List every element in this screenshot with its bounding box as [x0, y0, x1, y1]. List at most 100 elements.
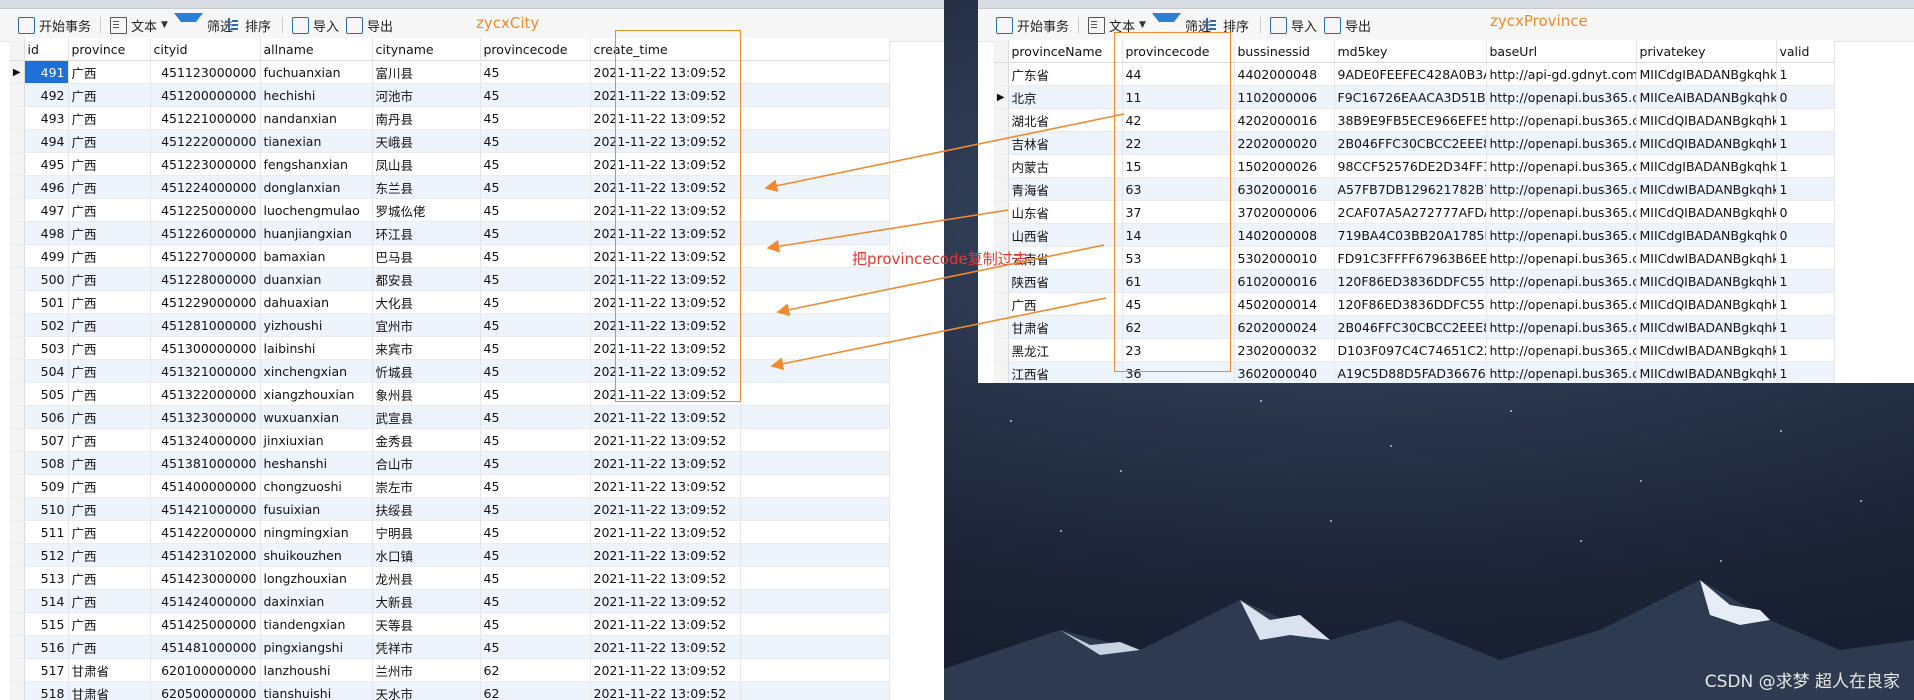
table-cell[interactable]: 45	[480, 313, 591, 337]
table-cell[interactable]: ningmingxian	[260, 520, 373, 544]
table-cell[interactable]: 天水市	[372, 681, 481, 700]
table-cell[interactable]: 451300000000	[150, 336, 261, 360]
table-cell[interactable]: 2021-11-22 13:09:52	[590, 543, 741, 567]
table-cell[interactable]: 广西	[68, 428, 151, 452]
table-cell[interactable]: 1	[1776, 269, 1835, 293]
table-cell[interactable]: MIICdQIBADANBgkqhk	[1636, 200, 1777, 224]
table-cell[interactable]: 62	[480, 658, 591, 682]
table-cell[interactable]: 4202000016	[1234, 108, 1335, 132]
table-cell[interactable]: 内蒙古	[1008, 154, 1123, 178]
table-cell[interactable]: 512	[24, 543, 69, 567]
table-cell[interactable]: 甘肃省	[68, 658, 151, 682]
table-row[interactable]: 492 广西 451200000000 hechishi 河池市 45 2021-11-22…	[10, 83, 890, 107]
table-cell[interactable]: jinxiuxian	[260, 428, 373, 452]
table-cell[interactable]: http://openapi.bus365.co	[1486, 200, 1637, 224]
row-marker[interactable]	[10, 612, 25, 636]
table-cell[interactable]: fengshanxian	[260, 152, 373, 176]
table-cell[interactable]: 凤山县	[372, 152, 481, 176]
row-marker[interactable]	[10, 658, 25, 682]
table-cell[interactable]: nandanxian	[260, 106, 373, 130]
table-cell[interactable]: 45	[480, 175, 591, 199]
table-cell[interactable]: 451200000000	[150, 83, 261, 107]
table-cell[interactable]: 451425000000	[150, 612, 261, 636]
table-cell[interactable]: http://openapi.bus365.co	[1486, 315, 1637, 339]
table-row[interactable]: 495 广西 451223000000 fengshanxian 凤山县 45 2021-1…	[10, 152, 890, 176]
table-cell[interactable]: 扶绥县	[372, 497, 481, 521]
text-view-button[interactable]: 文本 ▼	[110, 16, 168, 35]
table-cell[interactable]: lanzhoushi	[260, 658, 373, 682]
table-cell[interactable]: 环江县	[372, 221, 481, 245]
row-marker[interactable]	[994, 131, 1009, 155]
table-cell[interactable]: MIICdQIBADANBgkqhk	[1636, 269, 1777, 293]
table-cell[interactable]: pingxiangshi	[260, 635, 373, 659]
table-cell[interactable]: 45	[480, 60, 591, 84]
table-cell[interactable]: 广西	[68, 60, 151, 84]
table-cell[interactable]: 719BA4C03BB20A1785E5	[1334, 223, 1487, 247]
column-header[interactable]: valid	[1776, 40, 1835, 63]
row-marker[interactable]	[10, 681, 25, 700]
table-cell[interactable]: 广西	[68, 267, 151, 291]
table-cell[interactable]: 620100000000	[150, 658, 261, 682]
column-header[interactable]: cityname	[372, 38, 481, 61]
table-cell[interactable]: 451422000000	[150, 520, 261, 544]
table-row[interactable]: 507 广西 451324000000 jinxiuxian 金秀县 45 2021-11-…	[10, 428, 890, 452]
table-cell[interactable]: 来宾市	[372, 336, 481, 360]
table-cell[interactable]: tianexian	[260, 129, 373, 153]
table-cell[interactable]: hechishi	[260, 83, 373, 107]
table-cell[interactable]: 广西	[68, 106, 151, 130]
table-cell[interactable]: 天峨县	[372, 129, 481, 153]
table-cell[interactable]: 451225000000	[150, 198, 261, 222]
table-cell[interactable]: 517	[24, 658, 69, 682]
table-row[interactable]: 512 广西 451423102000 shuikouzhen 水口镇 45 2021-11…	[10, 543, 890, 567]
table-cell[interactable]: http://api-gd.gdnyt.com	[1486, 62, 1637, 86]
table-cell[interactable]: 广西	[68, 336, 151, 360]
table-cell[interactable]: 1102000006	[1234, 85, 1335, 109]
table-cell[interactable]: 513	[24, 566, 69, 590]
begin-transaction-button[interactable]: 开始事务	[996, 16, 1069, 35]
table-cell[interactable]: 1	[1776, 292, 1835, 316]
table-cell[interactable]: 504	[24, 359, 69, 383]
table-cell[interactable]: MIICdQIBADANBgkqhk	[1636, 108, 1777, 132]
table-cell[interactable]: 45	[480, 221, 591, 245]
table-cell[interactable]: fuchuanxian	[260, 60, 373, 84]
table-cell[interactable]: 9ADE0FEEFEC428A0B3AE	[1334, 62, 1487, 86]
table-cell[interactable]: 崇左市	[372, 474, 481, 498]
table-cell[interactable]: 516	[24, 635, 69, 659]
table-cell[interactable]: 广西	[68, 520, 151, 544]
table-cell[interactable]: 广西	[68, 313, 151, 337]
table-cell[interactable]: D103F097C4C74651C223	[1334, 338, 1487, 362]
row-marker[interactable]	[10, 129, 25, 153]
table-cell[interactable]: 506	[24, 405, 69, 429]
table-row[interactable]: 498 广西 451226000000 huanjiangxian 环江县 45 2021-…	[10, 221, 890, 245]
table-cell[interactable]: donglanxian	[260, 175, 373, 199]
table-cell[interactable]: 广西	[68, 198, 151, 222]
table-cell[interactable]: 120F86ED3836DDFC5532	[1334, 269, 1487, 293]
table-cell[interactable]: 45	[480, 267, 591, 291]
table-cell[interactable]: 忻城县	[372, 359, 481, 383]
table-cell[interactable]: 515	[24, 612, 69, 636]
row-marker[interactable]	[10, 589, 25, 613]
row-marker[interactable]	[10, 359, 25, 383]
table-row[interactable]: 506 广西 451323000000 wuxuanxian 武宣县 45 2021-11-…	[10, 405, 890, 429]
table-cell[interactable]: 1402000008	[1234, 223, 1335, 247]
table-cell[interactable]: 45	[480, 566, 591, 590]
table-cell[interactable]: 北京	[1008, 85, 1123, 109]
column-header[interactable]: provinceName	[1008, 40, 1123, 63]
table-cell[interactable]: http://openapi.bus365.co	[1486, 154, 1637, 178]
export-button[interactable]: 导出	[346, 16, 393, 35]
table-cell[interactable]: MIICdgIBADANBgkqhk	[1636, 223, 1777, 247]
table-cell[interactable]: 广西	[68, 152, 151, 176]
table-cell[interactable]: 451323000000	[150, 405, 261, 429]
table-cell[interactable]: 507	[24, 428, 69, 452]
table-cell[interactable]: 493	[24, 106, 69, 130]
table-row[interactable]: 515 广西 451425000000 tiandengxian 天等县 45 2021-1…	[10, 612, 890, 636]
table-cell[interactable]: A19C5D88D5FAD366762F	[1334, 361, 1487, 383]
table-row[interactable]: 518 甘肃省 620500000000 tianshuishi 天水市 62 2021-1…	[10, 681, 890, 700]
table-row[interactable]: 504 广西 451321000000 xinchengxian 忻城县 45 2021-1…	[10, 359, 890, 383]
table-row[interactable]: 494 广西 451222000000 tianexian 天峨县 45 2021-11-2…	[10, 129, 890, 153]
column-header[interactable]: baseUrl	[1486, 40, 1637, 63]
table-cell[interactable]: 2021-11-22 13:09:52	[590, 497, 741, 521]
table-cell[interactable]: 451228000000	[150, 267, 261, 291]
table-cell[interactable]: 451423000000	[150, 566, 261, 590]
table-cell[interactable]: 2B046FFC30CBCC2EEE8E	[1334, 131, 1487, 155]
